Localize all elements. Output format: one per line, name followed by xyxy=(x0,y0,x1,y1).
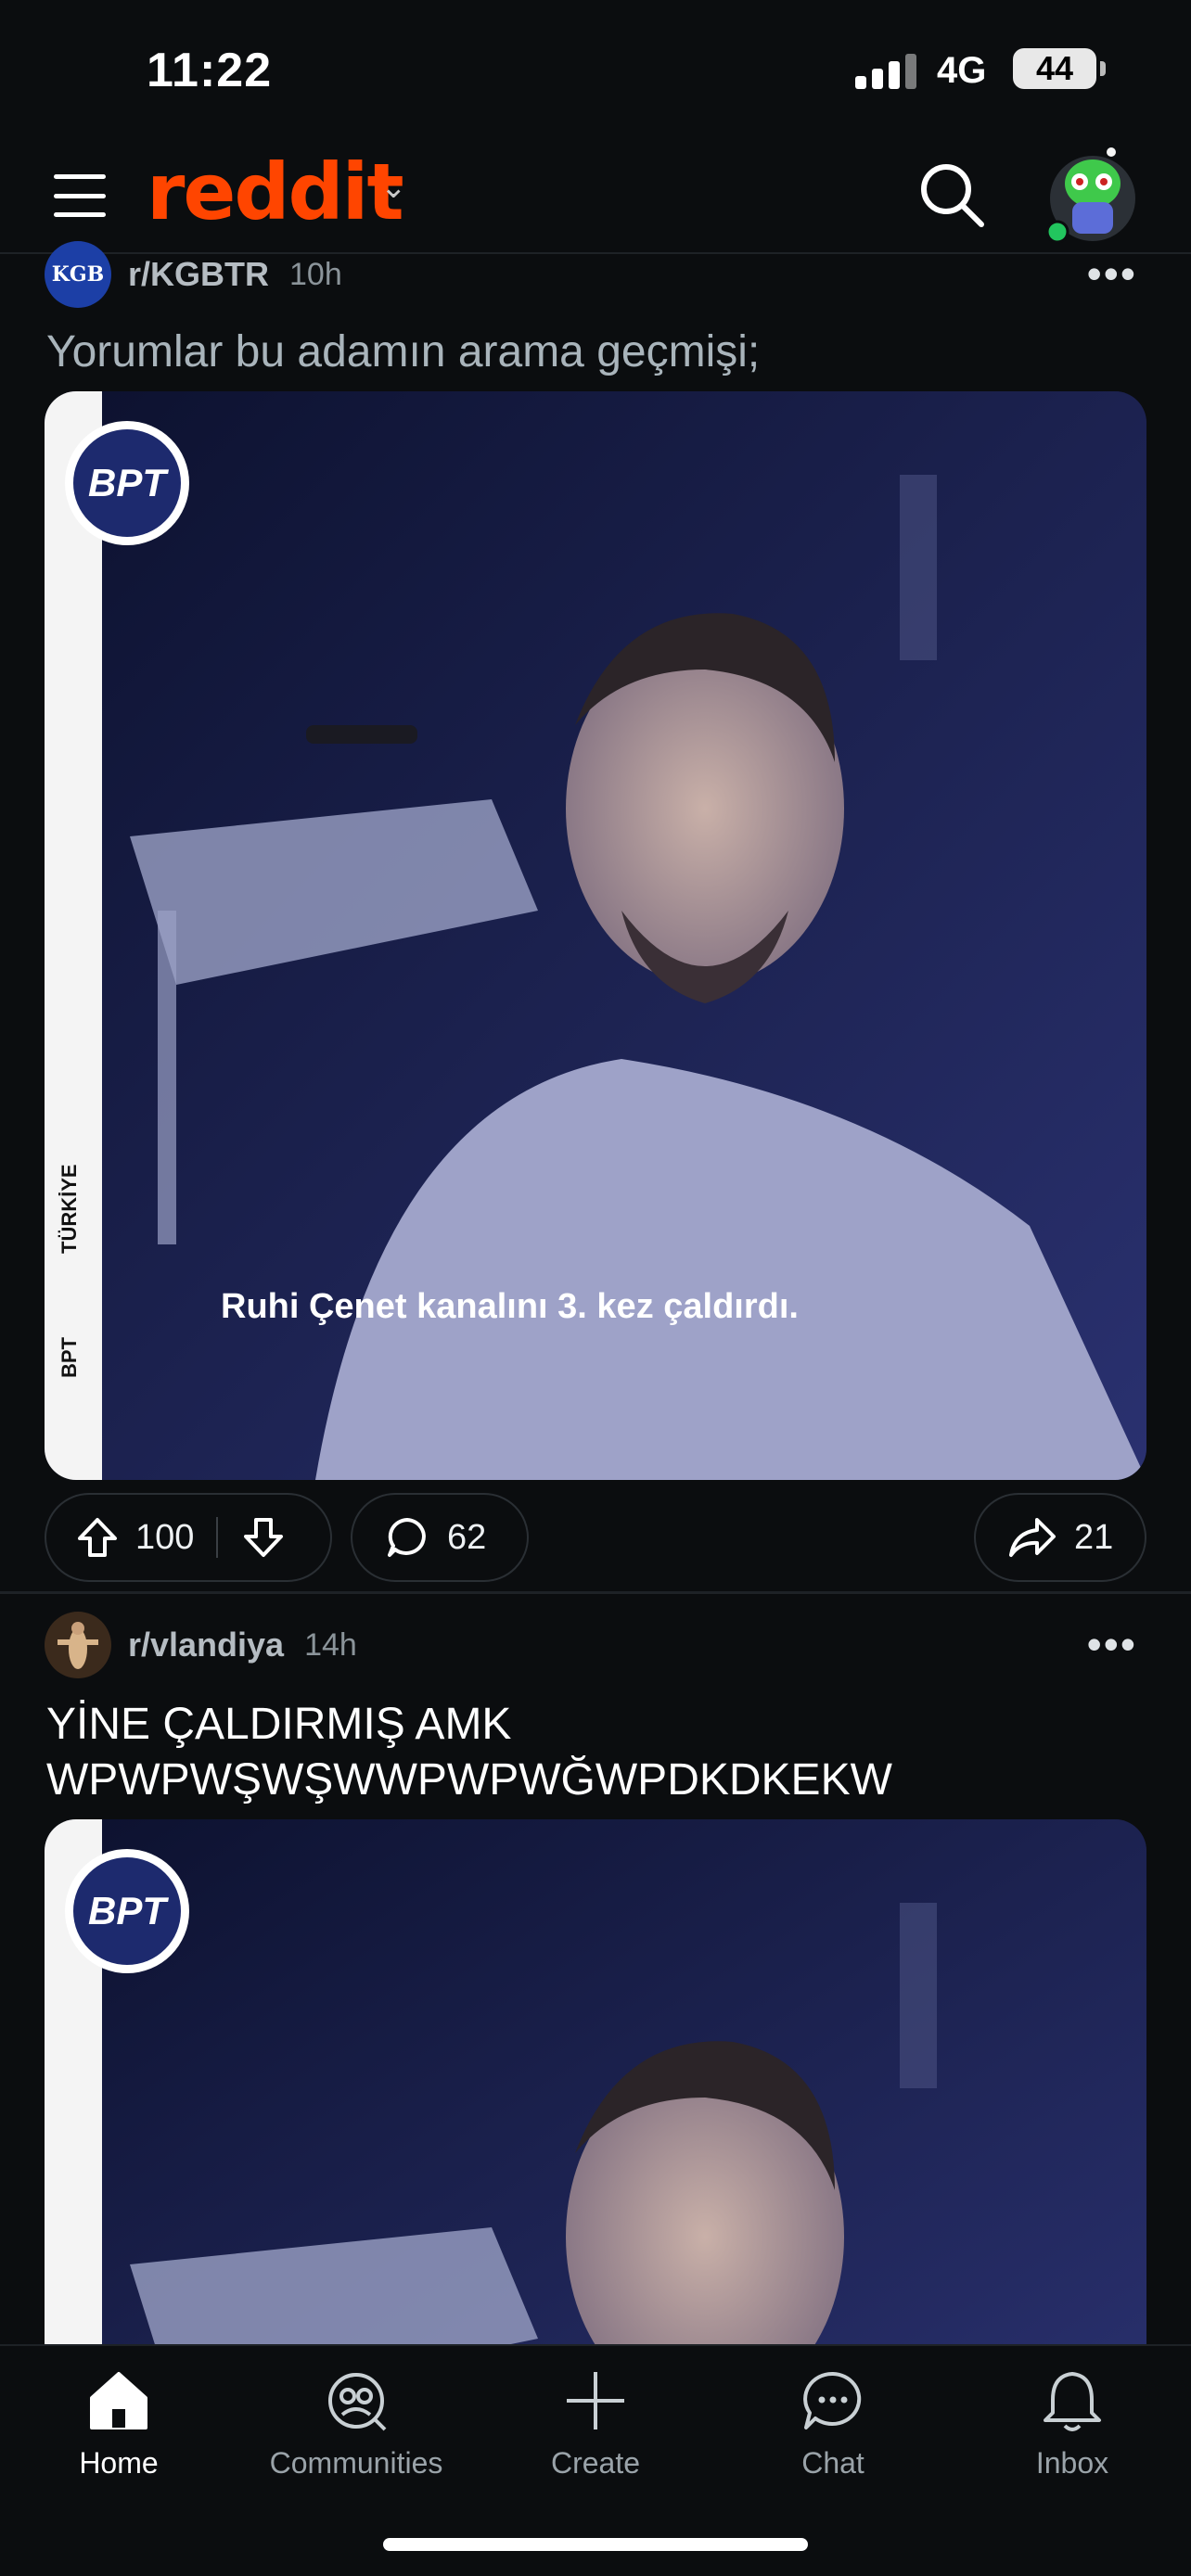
nav-label: Chat xyxy=(801,2446,864,2480)
post-title-line: WPWPWŞWŞWWPWPWĞWPDKDKEKW xyxy=(46,1755,892,1804)
network-type: 4G xyxy=(937,50,987,91)
chevron-down-icon[interactable]: ⌄ xyxy=(380,169,407,206)
upvote-count: 100 xyxy=(135,1517,195,1557)
nav-label: Home xyxy=(79,2446,159,2480)
nav-communities[interactable]: Communities xyxy=(245,2365,467,2480)
share-count: 21 xyxy=(1074,1517,1114,1557)
image-caption: Ruhi Çenet kanalını 3. kez çaldırdı. xyxy=(221,1287,799,1326)
nav-create[interactable]: Create xyxy=(484,2365,707,2480)
subreddit-name[interactable]: r/vlandiya xyxy=(128,1626,284,1664)
post-divider xyxy=(0,1591,1191,1594)
nav-label: Inbox xyxy=(1035,2446,1109,2480)
chat-icon xyxy=(803,2371,862,2429)
post-meta: KGB r/KGBTR 10h xyxy=(45,241,342,308)
plus-icon xyxy=(567,2372,624,2429)
comment-icon xyxy=(384,1514,430,1561)
subreddit-icon[interactable]: KGB xyxy=(45,241,111,308)
nav-inbox[interactable]: Inbox xyxy=(961,2365,1184,2480)
post-title[interactable]: YİNE ÇALDIRMIŞ AMK WPWPWŞWŞWWPWPWĞWPDKDK… xyxy=(46,1697,1145,1808)
bpt-badge-text: BPT xyxy=(73,429,181,537)
bpt-badge-text: BPT xyxy=(73,1857,181,1965)
search-icon[interactable] xyxy=(915,158,989,232)
status-time: 11:22 xyxy=(147,44,273,97)
home-indicator xyxy=(383,2538,808,2551)
nav-chat[interactable]: Chat xyxy=(722,2365,944,2480)
reddit-logo[interactable]: reddit xyxy=(147,147,404,237)
post-image[interactable]: BPT BPT TÜRKİYE Ruhi Çenet kanalını 3. k… xyxy=(45,391,1146,1480)
app-header: reddit ⌄ xyxy=(0,139,1191,254)
menu-icon[interactable] xyxy=(54,174,106,217)
more-options-icon[interactable]: ••• xyxy=(1087,1623,1137,1665)
post-actions: 100 62 21 xyxy=(45,1493,1146,1582)
nav-label: Create xyxy=(550,2446,641,2480)
share-button[interactable]: 21 xyxy=(974,1493,1146,1582)
nav-home[interactable]: Home xyxy=(7,2365,230,2480)
home-icon xyxy=(90,2372,147,2429)
vote-group: 100 xyxy=(45,1493,332,1582)
image-side-strip xyxy=(45,391,102,1480)
subreddit-name[interactable]: r/KGBTR xyxy=(128,255,269,294)
post-title-line: YİNE ÇALDIRMIŞ AMK xyxy=(46,1700,512,1749)
bpt-badge: BPT xyxy=(65,1849,189,1973)
more-options-icon[interactable]: ••• xyxy=(1087,252,1137,295)
downvote-icon[interactable] xyxy=(240,1514,287,1561)
comment-count: 62 xyxy=(447,1517,487,1557)
comments-button[interactable]: 62 xyxy=(351,1493,529,1582)
subreddit-icon[interactable] xyxy=(45,1612,111,1678)
battery-icon: 44 xyxy=(1013,48,1106,89)
nav-label: Communities xyxy=(269,2446,443,2480)
post-meta: r/vlandiya 14h xyxy=(45,1612,357,1678)
status-bar: 11:22 4G 44 xyxy=(0,0,1191,139)
strip-country: TÜRKİYE xyxy=(58,1164,81,1254)
communities-icon xyxy=(328,2373,387,2431)
share-icon xyxy=(1007,1514,1057,1561)
upvote-icon[interactable] xyxy=(74,1514,121,1561)
strip-brand: BPT xyxy=(58,1337,81,1378)
bell-icon xyxy=(1044,2372,1101,2431)
subreddit-icon-text: KGB xyxy=(51,262,105,287)
post-age: 14h xyxy=(304,1626,357,1663)
signal-icon xyxy=(855,54,916,89)
user-avatar[interactable] xyxy=(1044,143,1137,247)
post-age: 10h xyxy=(289,256,342,292)
battery-level: 44 xyxy=(1035,49,1074,87)
post-title[interactable]: Yorumlar bu adamın arama geçmişi; xyxy=(46,325,1145,380)
bpt-badge: BPT xyxy=(65,421,189,545)
